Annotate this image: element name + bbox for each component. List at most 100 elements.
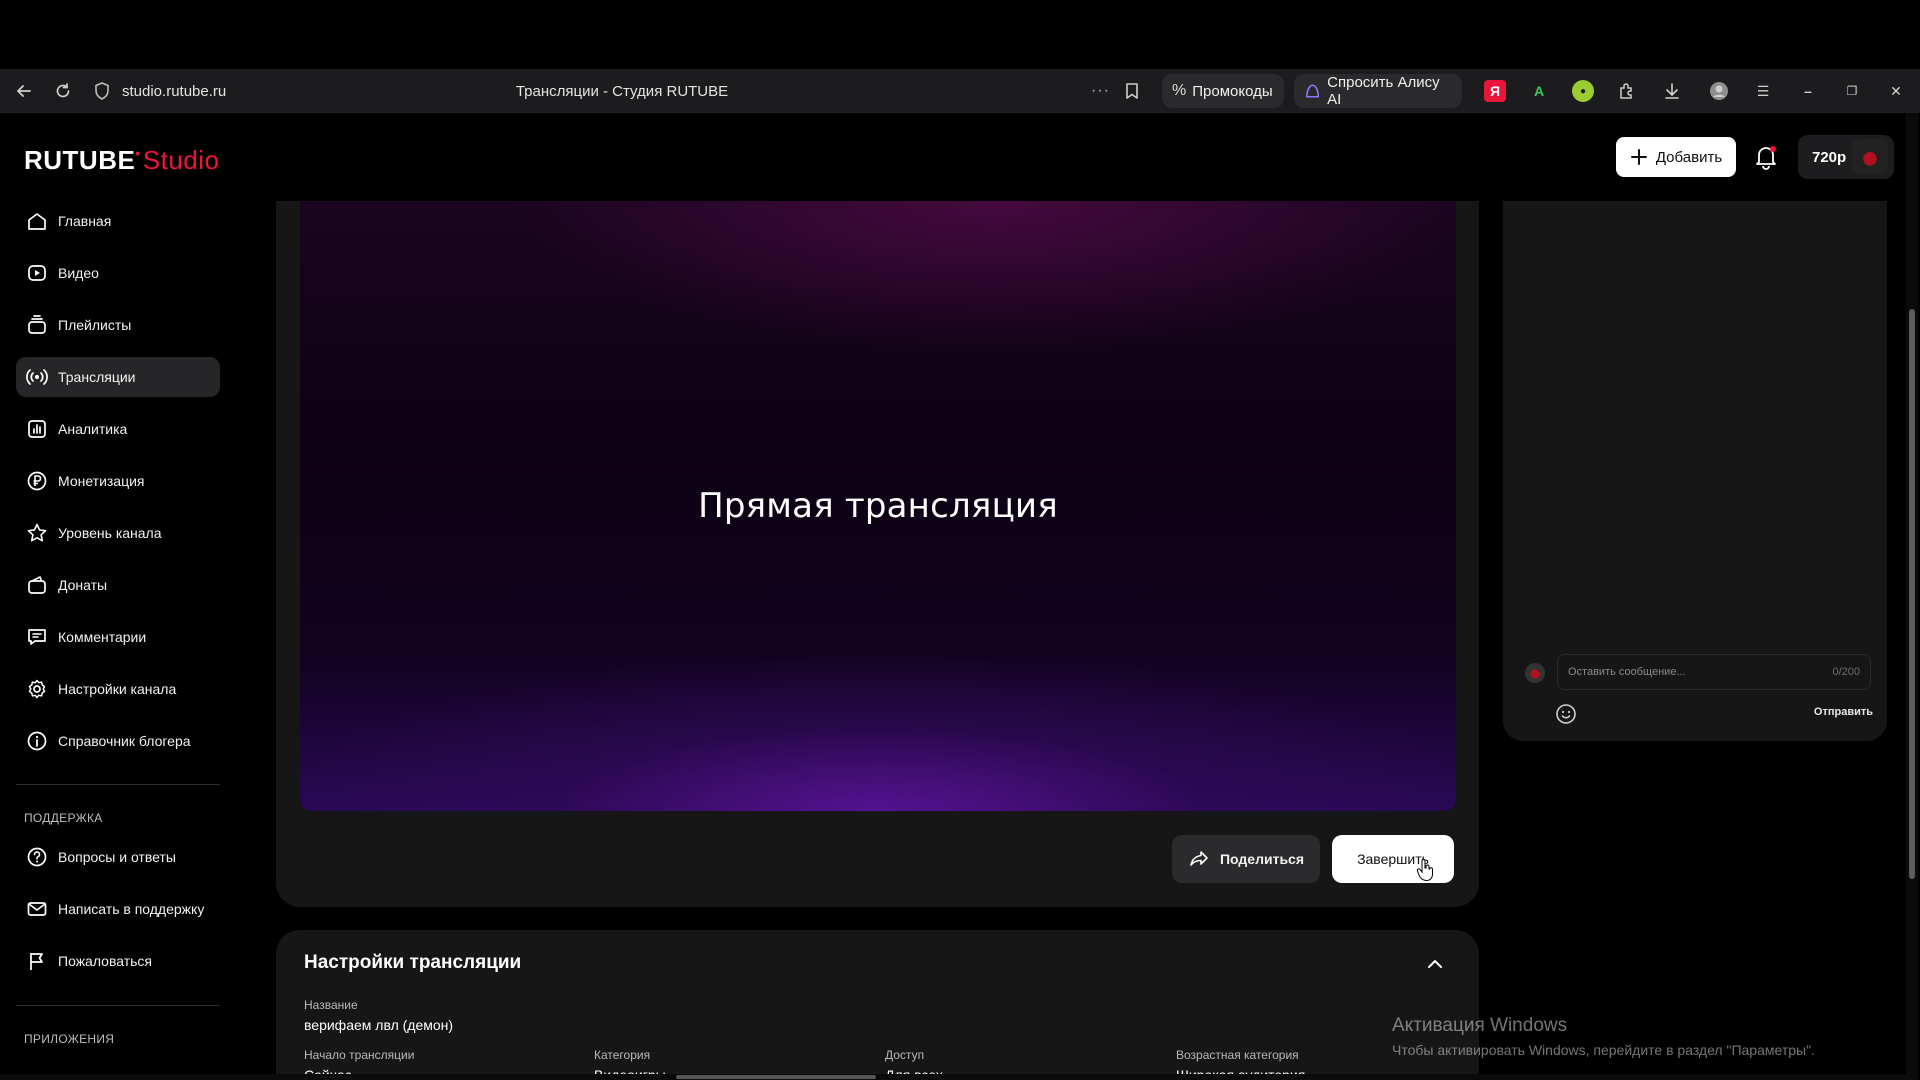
finish-stream-button[interactable]: Завершить [1332,835,1454,883]
home-icon [28,213,46,230]
support-section-label: ПОДДЕРЖКА [24,811,103,825]
alice-button[interactable]: Спросить Алису AI [1294,74,1462,108]
sidebar-item-broadcasts[interactable]: Трансляции [16,357,220,397]
video-player[interactable]: Прямая трансляция [300,201,1456,811]
back-button[interactable] [9,76,39,106]
vertical-scrollbar[interactable] [1906,113,1918,1080]
share-button[interactable]: Поделиться [1172,835,1320,883]
analytics-icon [28,420,46,438]
chat-send-button[interactable]: Отправить [1814,706,1873,718]
sidebar-item-label: Настройки канала [58,681,177,697]
hand-cursor-icon [1416,859,1433,882]
sidebar-item-channel-level[interactable]: Уровень канала [16,513,220,553]
settings-title: Настройки трансляции [304,952,522,973]
vertical-scrollbar-thumb[interactable] [1909,309,1915,879]
age-field-label: Возрастная категория [1176,1048,1299,1062]
sidebar-item-label: Вопросы и ответы [58,849,176,865]
puzzle-extensions-icon[interactable] [1616,80,1638,102]
minimize-icon[interactable]: – [1797,80,1819,102]
windows-activation-title: Активация Windows [1392,1015,1568,1036]
menu-icon[interactable]: ☰ [1752,80,1774,102]
windows-activation-subtitle: Чтобы активировать Windows, перейдите в … [1392,1042,1815,1058]
player-title: Прямая трансляция [698,486,1058,526]
flag-icon [30,953,43,970]
bell-icon[interactable] [1752,143,1780,171]
chat-message-input[interactable]: Оставить сообщение... 0/200 [1557,654,1871,690]
add-button-label: Добавить [1655,148,1723,166]
horizontal-scrollbar[interactable] [0,1074,1906,1080]
sidebar-item-label: Плейлисты [58,317,132,333]
sidebar-item-comments[interactable]: Комментарии [16,617,220,657]
address-bar[interactable]: studio.rutube.ru Трансляции - Студия RUT… [92,76,1152,106]
tab-title: Трансляции - Студия RUTUBE [515,82,729,100]
sidebar-item-report[interactable]: Пожаловаться [16,941,220,981]
chat-panel: Оставить сообщение... 0/200 Отправить [1503,201,1887,741]
reload-button[interactable] [48,76,78,106]
broadcast-icon [26,369,48,385]
top-black-band [0,0,1920,69]
logo-dot: • [135,145,141,161]
logo-studio: Studio [142,145,220,175]
quality-switcher[interactable]: 720p [1798,135,1894,179]
app-header: RUTUBE•Studio Добавить 720p [0,113,1920,201]
sidebar-item-label: Аналитика [58,421,128,437]
category-field-label: Категория [594,1048,651,1062]
profile-icon[interactable] [1708,80,1730,102]
comment-icon [28,629,46,645]
sidebar-item-faq[interactable]: Вопросы и ответы [16,837,220,877]
alice-icon [1306,84,1320,98]
yandex-extension-icon[interactable]: Я [1484,80,1506,102]
download-icon[interactable] [1661,80,1683,102]
mail-icon [27,902,47,916]
gear-icon [28,679,46,699]
emoji-icon[interactable] [1555,703,1577,725]
add-button[interactable]: Добавить [1616,137,1736,177]
sidebar-divider [16,1005,220,1006]
sidebar-item-blogger-guide[interactable]: Справочник блогера [16,721,220,761]
horizontal-scrollbar-thumb[interactable] [676,1075,876,1079]
sidebar-item-playlists[interactable]: Плейлисты [16,305,220,345]
sidebar-item-label: Комментарии [58,629,147,645]
url-text: studio.rutube.ru [122,82,227,100]
rutube-studio-logo[interactable]: RUTUBE•Studio [24,145,219,176]
plus-icon [1630,149,1647,165]
playlist-icon [28,315,46,334]
sidebar-item-label: Справочник блогера [58,733,191,749]
sidebar-item-monetization[interactable]: Монетизация [16,461,220,501]
name-field-label: Название [304,998,358,1012]
star-icon [27,523,47,542]
green-extension-icon[interactable]: ● [1572,80,1594,102]
sidebar-item-home[interactable]: Главная [16,201,220,241]
promo-button[interactable]: % Промокоды [1162,74,1284,108]
sidebar-divider [16,784,220,785]
sidebar-item-contact-support[interactable]: Написать в поддержку [16,889,220,929]
sidebar-item-label: Пожаловаться [58,953,153,969]
sidebar-item-label: Главная [58,213,112,229]
sidebar-item-channel-settings[interactable]: Настройки канала [16,669,220,709]
info-icon [27,731,47,751]
sidebar-item-video[interactable]: Видео [16,253,220,293]
alice-label: Спросить Алису AI [1327,74,1440,108]
access-field-label: Доступ [885,1048,925,1062]
sidebar-item-label: Видео [58,265,99,281]
apps-section-label: ПРИЛОЖЕНИЯ [24,1032,115,1046]
name-field-value: верифаем лвл (демон) [304,1017,454,1033]
wallet-icon [28,576,46,594]
chevron-up-icon[interactable] [1425,954,1445,974]
chat-user-avatar [1525,663,1545,683]
arrow-left-icon [17,85,31,97]
close-icon[interactable]: ✕ [1885,80,1907,102]
sidebar-item-analytics[interactable]: Аналитика [16,409,220,449]
start-field-label: Начало трансляции [304,1048,415,1062]
bookmark-icon[interactable] [1122,81,1142,101]
sidebar-item-donations[interactable]: Донаты [16,565,220,605]
translate-extension-icon[interactable]: A [1528,80,1550,102]
shield-icon [95,82,109,100]
more-icon[interactable]: ··· [1091,82,1110,100]
share-button-label: Поделиться [1219,851,1305,867]
reload-icon [56,83,70,98]
restore-icon[interactable]: ❐ [1841,80,1863,102]
share-icon [1190,851,1208,866]
question-icon [27,847,47,867]
avatar[interactable] [1852,139,1888,175]
